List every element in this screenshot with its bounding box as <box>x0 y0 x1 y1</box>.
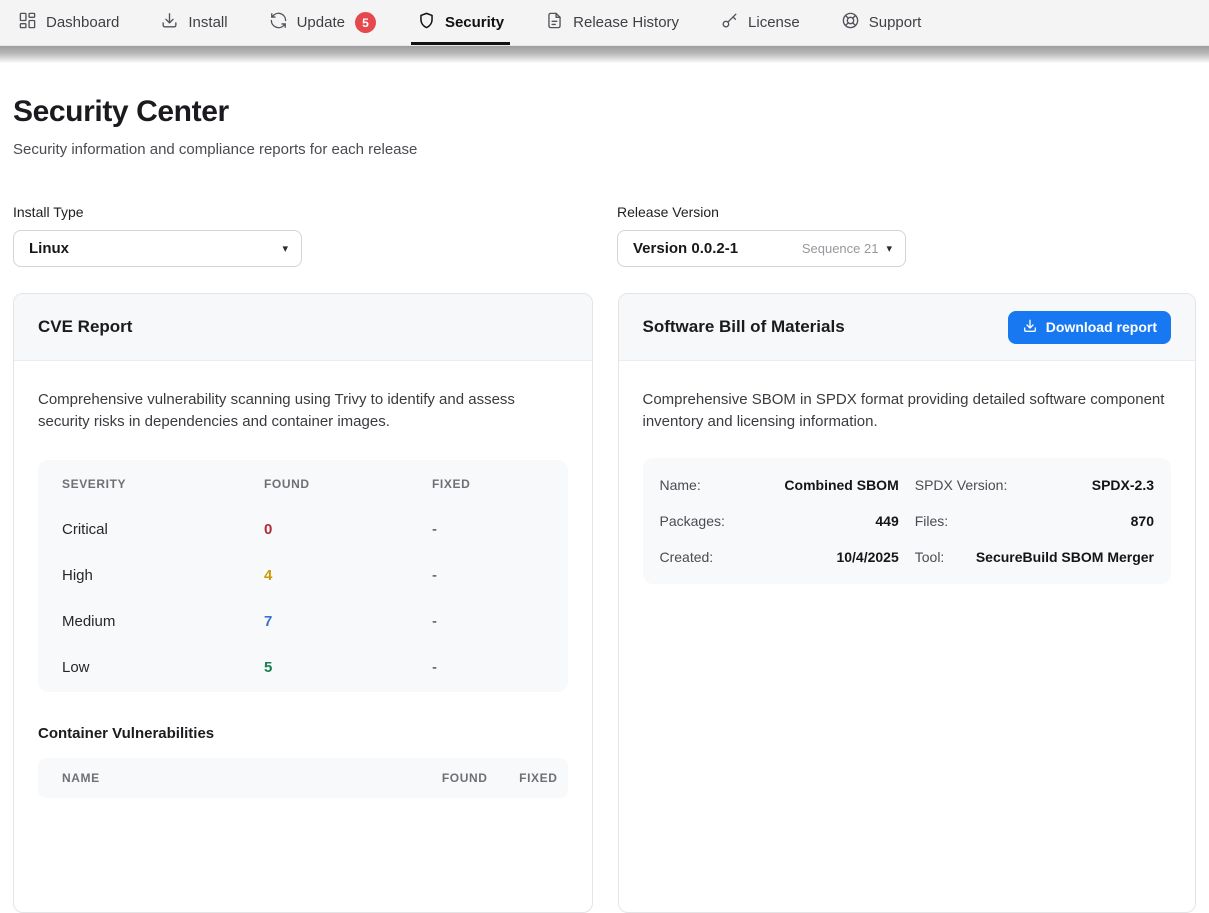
found-count: 4 <box>264 567 432 584</box>
release-sequence-hint: Sequence 21 <box>802 241 879 256</box>
dashboard-grid-icon <box>18 11 37 34</box>
nav-tab-support[interactable]: Support <box>841 0 922 45</box>
sbom-packages-value: 449 <box>875 513 898 529</box>
name-col-header: NAME <box>62 771 408 785</box>
nav-tab-update[interactable]: Update 5 <box>269 0 376 45</box>
filters-row: Install Type Linux ▾ Release Version Ver… <box>13 204 1196 267</box>
cve-report-header: CVE Report <box>14 294 592 361</box>
fixed-col-header: FIXED <box>488 771 558 785</box>
table-row: Packages: 449 Files: 870 <box>660 503 1155 539</box>
found-count: 5 <box>264 659 432 676</box>
nav-tab-license[interactable]: License <box>720 0 800 45</box>
severity-label: Low <box>62 659 264 676</box>
container-vulnerabilities-title: Container Vulnerabilities <box>38 725 568 742</box>
fixed-count: - <box>432 567 568 584</box>
found-col-header: FOUND <box>408 771 488 785</box>
document-icon <box>545 11 564 34</box>
nav-tab-label: Dashboard <box>46 14 119 31</box>
page-title: Security Center <box>13 95 1196 129</box>
found-col-header: FOUND <box>264 477 432 491</box>
header-shadow <box>0 46 1209 63</box>
severity-label: High <box>62 567 264 584</box>
table-row: Low 5 - <box>38 645 568 691</box>
main-content: Security Center Security information and… <box>0 95 1209 913</box>
nav-tab-label: Security <box>445 14 504 31</box>
sbom-title: Software Bill of Materials <box>643 317 845 337</box>
release-version-select[interactable]: Version 0.0.2-1 Sequence 21 ▾ <box>617 230 906 267</box>
table-row: Created: 10/4/2025 Tool: SecureBuild SBO… <box>660 539 1155 575</box>
shield-icon <box>417 11 436 34</box>
fixed-col-header: FIXED <box>432 477 568 491</box>
cve-report-card: CVE Report Comprehensive vulnerability s… <box>13 293 593 913</box>
sbom-card: Software Bill of Materials Download repo… <box>618 293 1197 913</box>
fixed-count: - <box>432 521 568 538</box>
table-row: Critical 0 - <box>38 507 568 553</box>
chevron-down-icon: ▾ <box>282 242 288 255</box>
download-report-label: Download report <box>1046 319 1157 335</box>
sbom-files-value: 870 <box>1131 513 1154 529</box>
nav-tab-label: Support <box>869 14 922 31</box>
severity-col-header: SEVERITY <box>62 477 264 491</box>
release-version-group: Release Version Version 0.0.2-1 Sequence… <box>617 204 1196 267</box>
sbom-files-label: Files: <box>915 513 948 529</box>
nav-tab-security[interactable]: Security <box>417 0 504 45</box>
chevron-down-icon: ▾ <box>886 242 892 255</box>
fixed-count: - <box>432 613 568 630</box>
sbom-name-label: Name: <box>660 477 701 493</box>
nav-tab-release-history[interactable]: Release History <box>545 0 679 45</box>
table-row: Name: Combined SBOM SPDX Version: SPDX-2… <box>660 467 1155 503</box>
cve-report-description: Comprehensive vulnerability scanning usi… <box>38 389 568 433</box>
severity-label: Critical <box>62 521 264 538</box>
sbom-created-value: 10/4/2025 <box>836 549 898 565</box>
nav-tab-dashboard[interactable]: Dashboard <box>18 0 119 45</box>
sbom-tool-label: Tool: <box>915 549 945 565</box>
table-row: High 4 - <box>38 553 568 599</box>
sbom-description: Comprehensive SBOM in SPDX format provid… <box>643 389 1172 433</box>
container-vulnerabilities-header-row: NAME FOUND FIXED <box>38 758 568 798</box>
sbom-body: Comprehensive SBOM in SPDX format provid… <box>619 361 1196 608</box>
release-version-value: Version 0.0.2-1 <box>633 240 738 257</box>
sbom-details-table: Name: Combined SBOM SPDX Version: SPDX-2… <box>643 458 1172 584</box>
sbom-header: Software Bill of Materials Download repo… <box>619 294 1196 361</box>
severity-table-header-row: SEVERITY FOUND FIXED <box>38 461 568 507</box>
install-type-group: Install Type Linux ▾ <box>13 204 592 267</box>
nav-tab-label: License <box>748 14 800 31</box>
cve-report-title: CVE Report <box>38 317 132 337</box>
sbom-name-value: Combined SBOM <box>784 477 898 493</box>
release-version-label: Release Version <box>617 204 1196 220</box>
severity-table: SEVERITY FOUND FIXED Critical 0 - High 4… <box>38 460 568 692</box>
nav-tab-label: Update <box>297 14 345 31</box>
nav-tab-install[interactable]: Install <box>160 0 227 45</box>
page-subtitle: Security information and compliance repo… <box>13 141 1196 158</box>
nav-tab-label: Install <box>188 14 227 31</box>
cards-row: CVE Report Comprehensive vulnerability s… <box>13 293 1196 913</box>
install-type-label: Install Type <box>13 204 592 220</box>
sbom-tool-value: SecureBuild SBOM Merger <box>976 549 1154 565</box>
fixed-count: - <box>432 659 568 676</box>
install-type-value: Linux <box>29 240 69 257</box>
found-count: 0 <box>264 521 432 538</box>
sbom-spdx-version-label: SPDX Version: <box>915 477 1008 493</box>
install-type-select[interactable]: Linux ▾ <box>13 230 302 267</box>
sbom-packages-label: Packages: <box>660 513 725 529</box>
table-row: Medium 7 - <box>38 599 568 645</box>
sbom-spdx-version-value: SPDX-2.3 <box>1092 477 1154 493</box>
refresh-icon <box>269 11 288 34</box>
download-icon <box>160 11 179 34</box>
severity-label: Medium <box>62 613 264 630</box>
top-navbar: Dashboard Install Update 5 Security Rele… <box>0 0 1209 46</box>
nav-tab-label: Release History <box>573 14 679 31</box>
key-icon <box>720 11 739 34</box>
update-count-badge: 5 <box>355 12 376 33</box>
sbom-created-label: Created: <box>660 549 714 565</box>
download-icon <box>1022 318 1038 337</box>
download-report-button[interactable]: Download report <box>1008 311 1171 344</box>
cve-report-body: Comprehensive vulnerability scanning usi… <box>14 361 592 822</box>
found-count: 7 <box>264 613 432 630</box>
lifebuoy-icon <box>841 11 860 34</box>
